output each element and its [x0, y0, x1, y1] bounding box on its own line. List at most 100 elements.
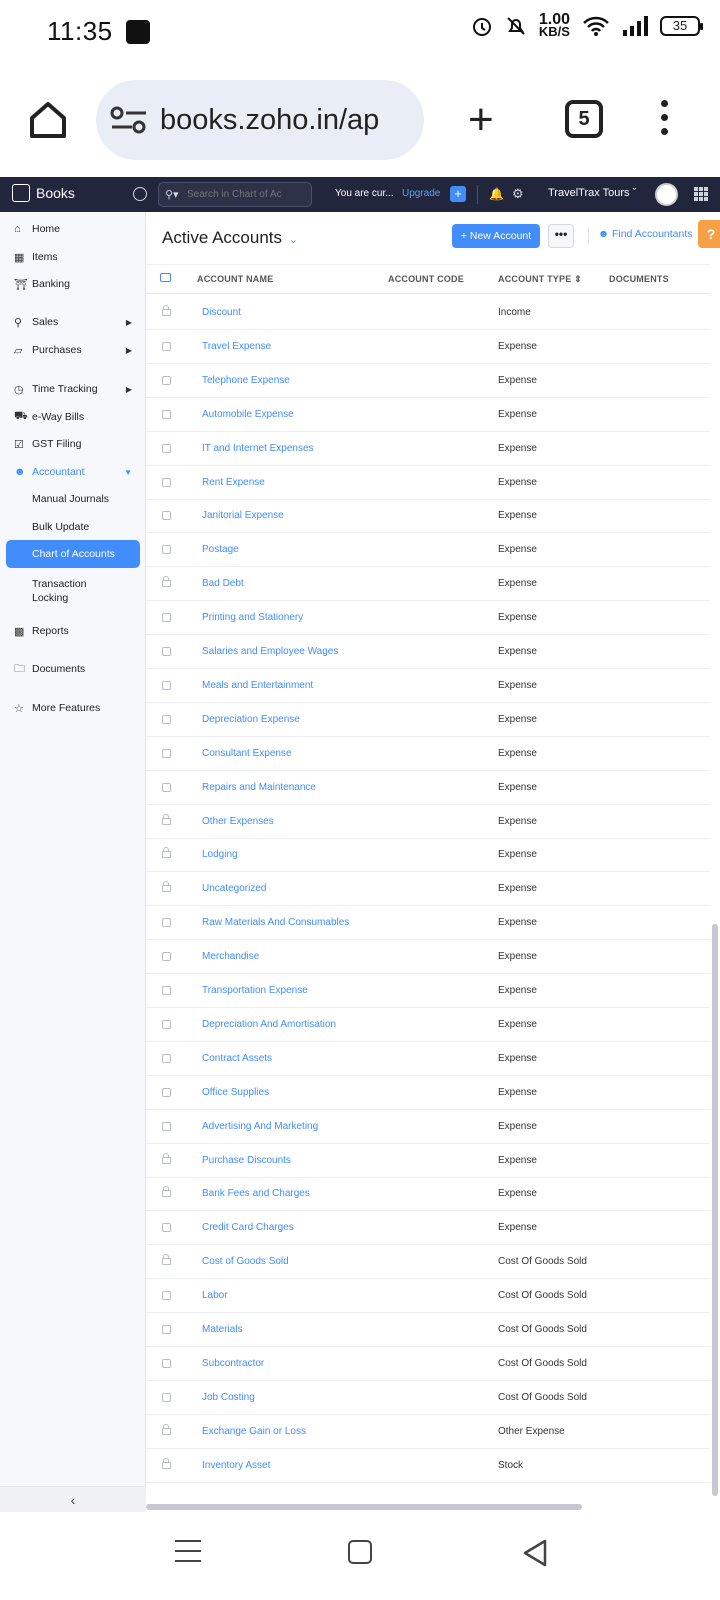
sidebar-item-chart-of-accounts[interactable]: Chart of Accounts — [6, 540, 140, 568]
row-checkbox[interactable] — [162, 1392, 171, 1402]
user-avatar[interactable] — [655, 183, 678, 206]
row-checkbox[interactable] — [162, 1121, 171, 1131]
table-row[interactable]: IT and Internet Expenses Expense — [146, 432, 710, 466]
organization-switcher[interactable]: TravelTrax Tours ˇ — [548, 187, 636, 199]
row-checkbox[interactable] — [162, 341, 171, 351]
sidebar-item-eway-bills[interactable]: ⛟ e-Way Bills — [6, 403, 140, 431]
sidebar-item-transaction-locking[interactable]: Transaction Locking — [6, 574, 116, 608]
account-name-link[interactable]: Bank Fees and Charges — [202, 1188, 310, 1199]
account-name-link[interactable]: Janitorial Expense — [202, 510, 284, 521]
account-name-link[interactable]: Uncategorized — [202, 883, 266, 894]
account-name-link[interactable]: Rent Expense — [202, 477, 265, 488]
table-row[interactable]: Contract Assets Expense — [146, 1042, 710, 1076]
table-row[interactable]: Credit Card Charges Expense — [146, 1211, 710, 1246]
row-checkbox[interactable] — [162, 409, 171, 419]
row-checkbox[interactable] — [162, 545, 171, 555]
row-checkbox[interactable] — [162, 1291, 171, 1301]
sidebar-item-items[interactable]: ▦ Items — [6, 243, 140, 271]
table-row[interactable]: Travel Expense Expense — [146, 330, 710, 364]
account-name-link[interactable]: Exchange Gain or Loss — [202, 1426, 306, 1437]
browser-home-icon[interactable] — [26, 98, 70, 142]
row-checkbox[interactable] — [162, 375, 171, 385]
column-account-name[interactable]: ACCOUNT NAME — [197, 274, 273, 284]
table-row[interactable]: Other Expenses Expense — [146, 805, 710, 839]
account-name-link[interactable]: Consultant Expense — [202, 748, 292, 759]
table-row[interactable]: Materials Cost Of Goods Sold — [146, 1313, 710, 1347]
account-name-link[interactable]: Depreciation Expense — [202, 714, 300, 725]
horizontal-scrollbar[interactable] — [146, 1504, 582, 1510]
system-back-button[interactable] — [522, 1539, 548, 1567]
table-row[interactable]: Bank Fees and Charges Expense — [146, 1177, 710, 1212]
table-row[interactable]: Janitorial Expense Expense — [146, 499, 710, 534]
row-checkbox[interactable] — [162, 647, 171, 656]
books-logo[interactable]: Books — [12, 184, 75, 202]
table-row[interactable]: Merchandise Expense — [146, 940, 710, 975]
account-name-link[interactable]: Inventory Asset — [202, 1460, 270, 1471]
account-name-link[interactable]: Merchandise — [202, 951, 259, 962]
account-name-link[interactable]: Contract Assets — [202, 1053, 272, 1064]
account-name-link[interactable]: Salaries and Employee Wages — [202, 646, 338, 657]
account-name-link[interactable]: Printing and Stationery — [202, 612, 303, 623]
sidebar-item-time-tracking[interactable]: ◷ Time Tracking ▶ — [6, 375, 140, 403]
column-chooser-icon[interactable] — [160, 273, 171, 282]
table-row[interactable]: Salaries and Employee Wages Expense — [146, 635, 710, 669]
table-row[interactable]: Consultant Expense Expense — [146, 737, 710, 771]
global-search[interactable]: ⚲▾ — [158, 182, 312, 207]
table-row[interactable]: Purchase Discounts Expense — [146, 1144, 710, 1178]
more-options-button[interactable]: ••• — [548, 224, 574, 248]
account-name-link[interactable]: Postage — [202, 544, 239, 555]
settings-gear-icon[interactable]: ⚙ — [512, 186, 524, 202]
column-account-type[interactable]: ACCOUNT TYPE ⇕ — [498, 274, 582, 285]
row-checkbox[interactable] — [162, 511, 171, 521]
row-checkbox[interactable] — [162, 680, 171, 690]
table-row[interactable]: Repairs and Maintenance Expense — [146, 771, 710, 805]
account-name-link[interactable]: Repairs and Maintenance — [202, 782, 316, 793]
sidebar-item-gst-filing[interactable]: ☑ GST Filing — [6, 430, 140, 458]
row-checkbox[interactable] — [162, 782, 171, 792]
account-name-link[interactable]: Advertising And Marketing — [202, 1121, 318, 1132]
chevron-down-icon[interactable]: ⌄ — [289, 234, 298, 246]
row-checkbox[interactable] — [162, 443, 171, 453]
account-name-link[interactable]: Other Expenses — [202, 816, 274, 827]
help-button[interactable]: ? — [698, 220, 720, 248]
table-row[interactable]: Job Costing Cost Of Goods Sold — [146, 1381, 710, 1415]
table-row[interactable]: Lodging Expense — [146, 838, 710, 873]
table-row[interactable]: Rent Expense Expense — [146, 466, 710, 500]
account-name-link[interactable]: IT and Internet Expenses — [202, 443, 314, 454]
row-checkbox[interactable] — [162, 477, 171, 487]
account-name-link[interactable]: Credit Card Charges — [202, 1222, 294, 1233]
row-checkbox[interactable] — [162, 918, 171, 928]
site-settings-icon[interactable] — [110, 105, 148, 135]
table-row[interactable]: Automobile Expense Expense — [146, 398, 710, 432]
recent-history-icon[interactable] — [133, 187, 147, 201]
sidebar-item-bulk-update[interactable]: Bulk Update — [6, 513, 140, 541]
table-row[interactable]: Depreciation And Amortisation Expense — [146, 1008, 710, 1042]
account-name-link[interactable]: Office Supplies — [202, 1087, 269, 1098]
table-row[interactable]: Advertising And Marketing Expense — [146, 1110, 710, 1144]
row-checkbox[interactable] — [162, 1053, 171, 1063]
row-checkbox[interactable] — [162, 1358, 171, 1368]
table-row[interactable]: Printing and Stationery Expense — [146, 601, 710, 636]
app-launcher-icon[interactable] — [694, 187, 708, 201]
table-row[interactable]: Meals and Entertainment Expense — [146, 669, 710, 703]
table-row[interactable]: Subcontractor Cost Of Goods Sold — [146, 1347, 710, 1381]
account-name-link[interactable]: Automobile Expense — [202, 409, 294, 420]
column-documents[interactable]: DOCUMENTS — [609, 274, 669, 284]
sidebar-item-sales[interactable]: ⚲ Sales ▶ — [6, 308, 140, 336]
account-name-link[interactable]: Meals and Entertainment — [202, 680, 313, 691]
search-icon[interactable]: ⚲▾ — [165, 188, 187, 201]
table-row[interactable]: Transportation Expense Expense — [146, 974, 710, 1008]
row-checkbox[interactable] — [162, 613, 171, 623]
account-name-link[interactable]: Transportation Expense — [202, 985, 308, 996]
sidebar-item-purchases[interactable]: ▱ Purchases ▶ — [6, 336, 140, 364]
row-checkbox[interactable] — [162, 1325, 171, 1334]
table-row[interactable]: Postage Expense — [146, 533, 710, 568]
table-row[interactable]: Cost of Goods Sold Cost Of Goods Sold — [146, 1245, 710, 1280]
sidebar-item-accountant[interactable]: ☻ Accountant ▼ — [6, 458, 140, 486]
sidebar-item-banking[interactable]: ⛩ Banking — [6, 270, 140, 298]
tab-switcher-button[interactable]: 5 — [565, 100, 603, 138]
upgrade-link[interactable]: Upgrade — [402, 188, 440, 199]
table-row[interactable]: Telephone Expense Expense — [146, 364, 710, 398]
account-name-link[interactable]: Materials — [202, 1324, 243, 1335]
account-name-link[interactable]: Discount — [202, 307, 241, 318]
